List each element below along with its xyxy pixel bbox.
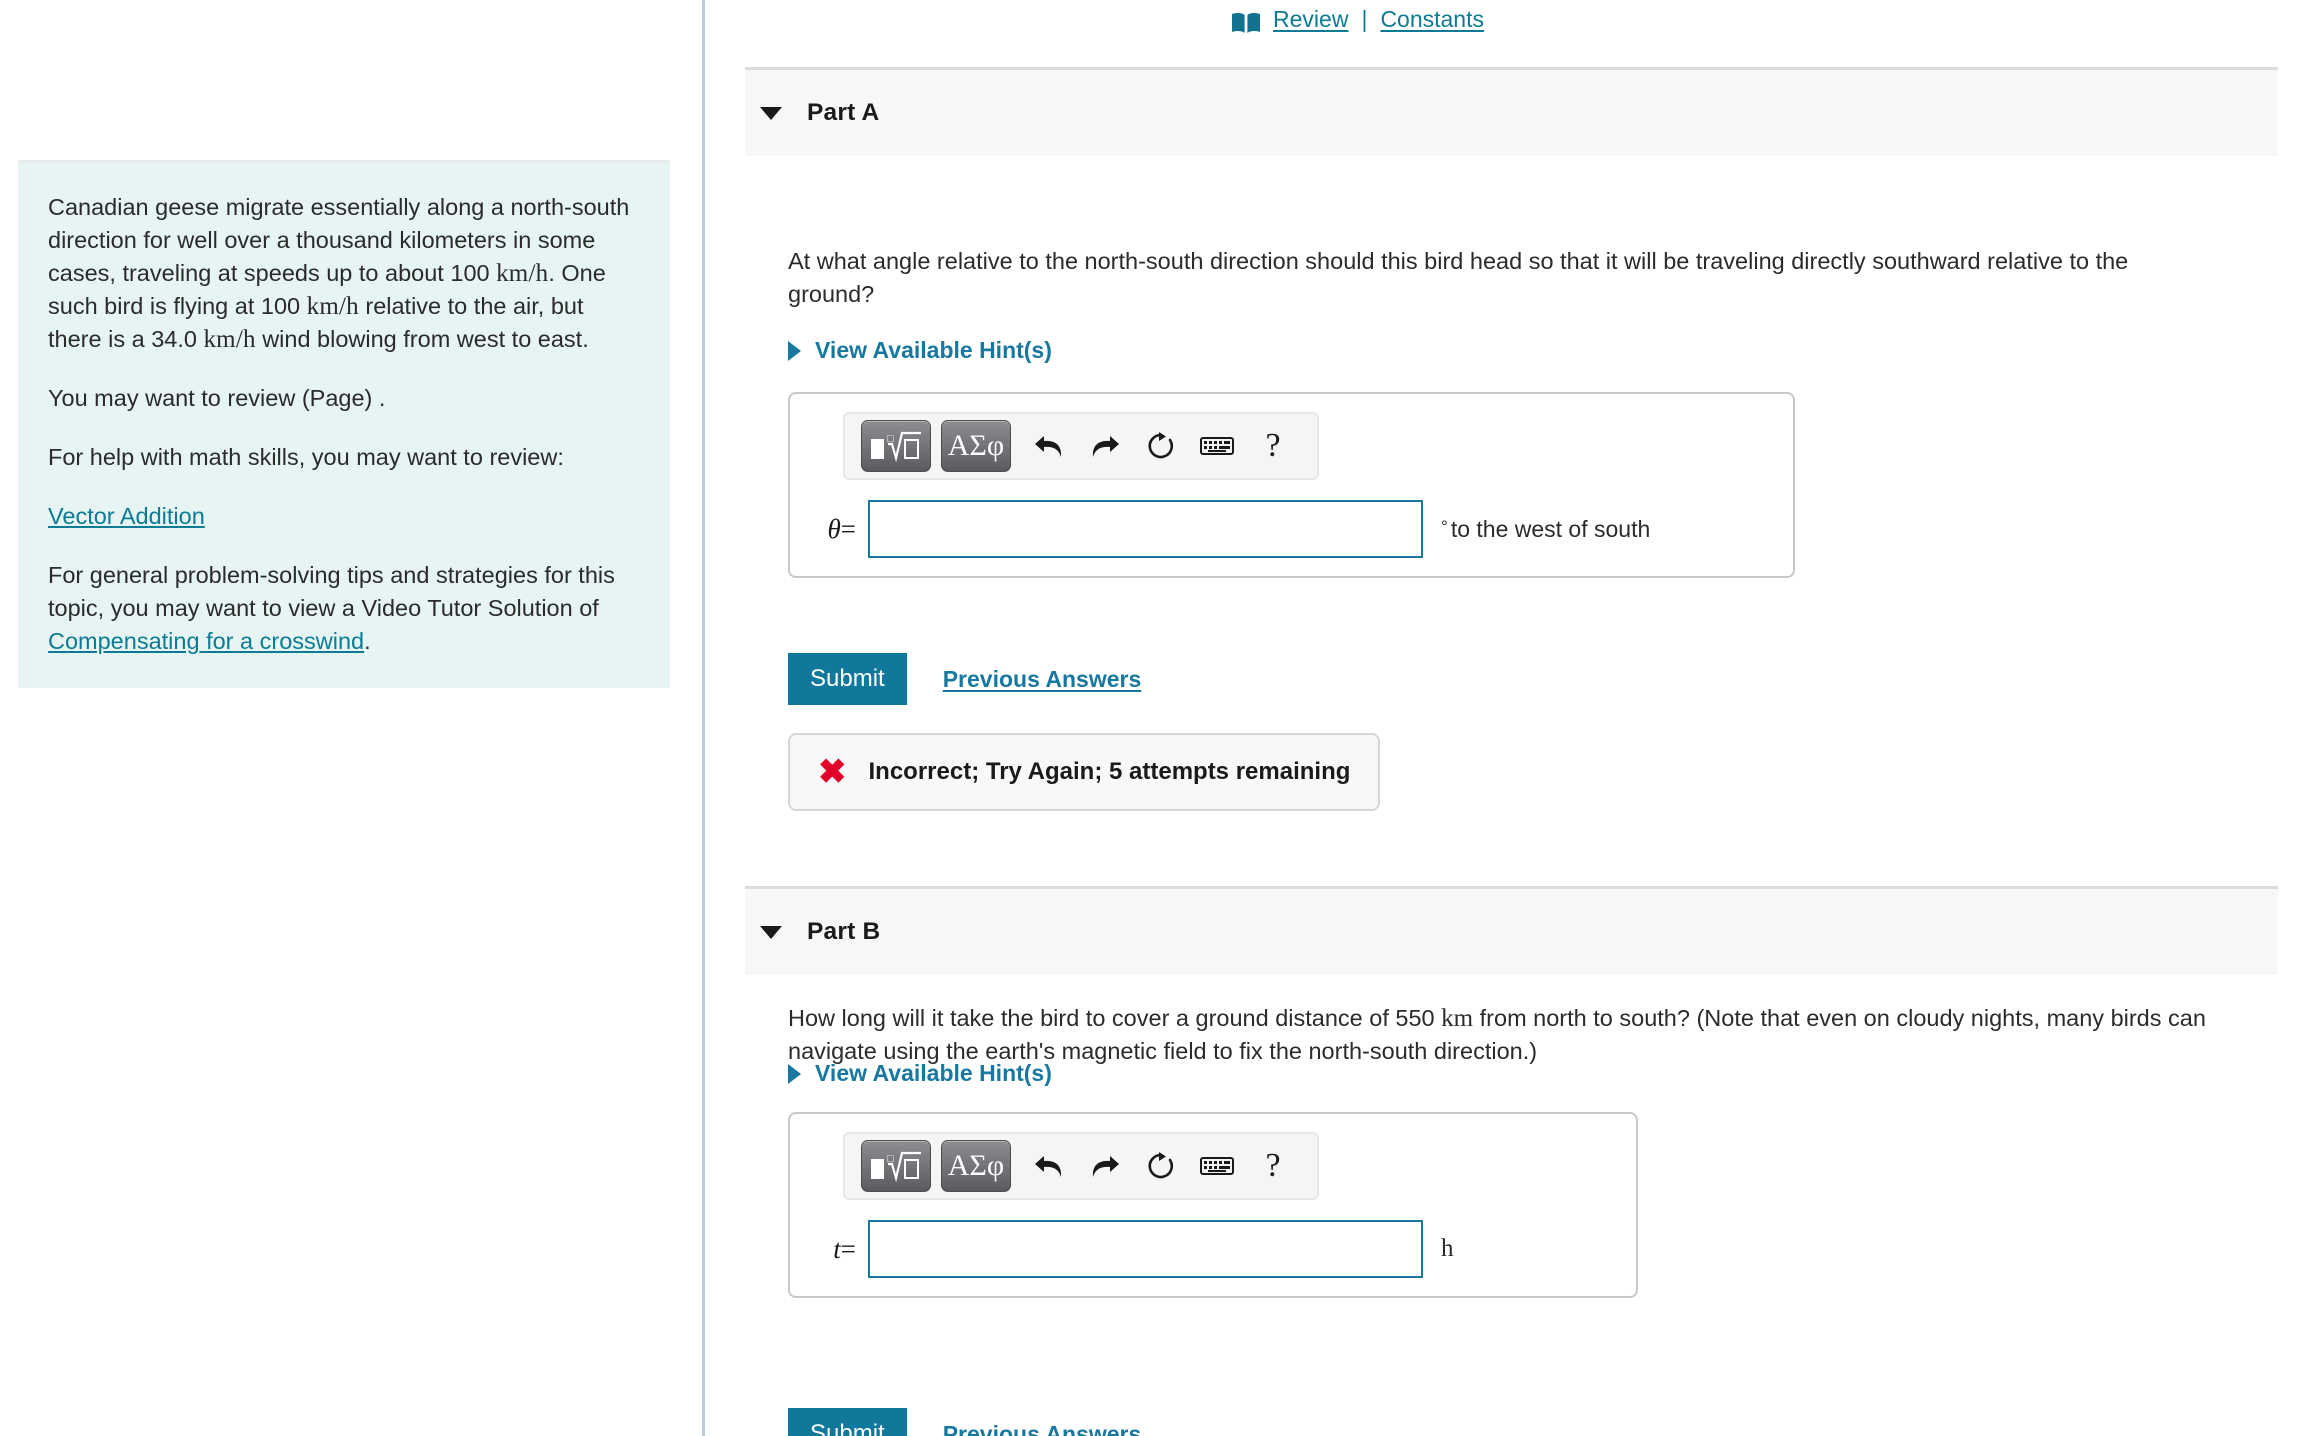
part-a-answer-box: □ ΑΣφ ? θ= ° to the west of south [788,392,1795,578]
main-content: Part A At what angle relative to the nor… [705,0,2322,1436]
part-a-hints-label: View Available Hint(s) [815,337,1052,363]
part-b-variable-label: t= [833,1233,856,1264]
part-b-input-row: t= h [808,1220,1616,1278]
part-a-answer-input[interactable] [868,500,1423,558]
part-b-view-hints-link[interactable]: View Available Hint(s) [788,1060,1052,1087]
part-a-variable-label: θ= [827,513,857,544]
chevron-right-icon [788,340,801,361]
chevron-down-icon[interactable] [760,106,782,120]
part-b-hints-label: View Available Hint(s) [815,1060,1052,1086]
unit-kmh-1: km/h [496,260,549,287]
part-a-view-hints-link[interactable]: View Available Hint(s) [788,337,1052,364]
part-b-body: How long will it take the bird to cover … [788,1002,2288,1068]
part-b-answer-box: □ ΑΣφ ? t= h [788,1112,1638,1298]
part-b-math-toolbar: □ ΑΣφ ? [843,1132,1319,1200]
part-b-submit-row: Submit Previous Answers [788,1408,2288,1436]
part-b-header[interactable]: Part B [745,886,2278,975]
keyboard-icon[interactable] [1189,420,1245,472]
unit-kmh-3: km/h [203,326,256,353]
redo-arrow-icon[interactable] [1077,420,1133,472]
reset-circular-arrow-icon[interactable] [1133,420,1189,472]
chevron-right-icon-b [788,1063,801,1084]
part-a-body: At what angle relative to the north-sout… [788,245,2288,311]
part-a-feedback-box: ✖ Incorrect; Try Again; 5 attempts remai… [788,733,1381,811]
part-b-submit-button[interactable]: Submit [788,1408,907,1436]
part-b-unit-label: h [1441,1235,1454,1262]
part-b-hints-row: View Available Hint(s) [788,1060,2288,1087]
part-b-answer-input[interactable] [868,1220,1423,1278]
part-a-math-toolbar: □ ΑΣφ ? [843,412,1319,480]
part-b-question-unit: km [1441,1005,1474,1032]
math-skills-text: For help with math skills, you may want … [48,444,564,470]
math-template-button[interactable]: □ [861,420,931,472]
part-b-previous-answers-link[interactable]: Previous Answers [943,1421,1142,1436]
part-a-unit-label: ° to the west of south [1441,515,1651,542]
video-tutor-suffix: . [364,628,371,654]
undo-arrow-icon-b[interactable] [1021,1140,1077,1192]
greek-symbols-button[interactable]: ΑΣφ [941,420,1011,472]
keyboard-icon-b[interactable] [1189,1140,1245,1192]
part-a-submit-row: Submit Previous Answers [788,653,2288,705]
vector-addition-paragraph: Vector Addition [48,500,640,533]
review-page-text: You may want to review (Page) . [48,385,386,411]
part-a-answer-area: □ ΑΣφ ? θ= ° to the west of south [788,392,2288,578]
redo-arrow-icon-b[interactable] [1077,1140,1133,1192]
part-b-title: Part B [807,918,881,945]
red-x-icon: ✖ [818,753,847,791]
undo-arrow-icon[interactable] [1021,420,1077,472]
part-a-header[interactable]: Part A [745,67,2278,156]
part-a-question: At what angle relative to the north-sout… [788,248,2129,307]
unit-kmh-2: km/h [306,293,359,320]
vector-addition-link[interactable]: Vector Addition [48,503,205,529]
part-a-feedback-text: Incorrect; Try Again; 5 attempts remaini… [868,758,1351,785]
reset-circular-arrow-icon-b[interactable] [1133,1140,1189,1192]
page-root: Canadian geese migrate essentially along… [0,0,2322,1436]
part-b-question: How long will it take the bird to cover … [788,1002,2268,1068]
help-icon[interactable]: ? [1245,420,1301,472]
part-b-question-prefix: How long will it take the bird to cover … [788,1005,1442,1031]
part-b-answer-area: □ ΑΣφ ? t= h [788,1112,2288,1298]
part-a-hints-row: View Available Hint(s) [788,337,2288,364]
video-tutor-paragraph: For general problem-solving tips and str… [48,559,640,658]
part-a-previous-answers-link[interactable]: Previous Answers [943,666,1142,693]
part-a-submit-button[interactable]: Submit [788,653,907,705]
math-template-button-b[interactable]: □ [861,1140,931,1192]
problem-statement-box: Canadian geese migrate essentially along… [18,160,670,688]
part-a-feedback-row: ✖ Incorrect; Try Again; 5 attempts remai… [788,733,2288,811]
part-a-title: Part A [807,99,880,126]
compensating-crosswind-link[interactable]: Compensating for a crosswind [48,628,364,654]
problem-statement-text: Canadian geese migrate essentially along… [48,194,630,353]
part-a-input-row: θ= ° to the west of south [808,500,1773,558]
chevron-down-icon-b[interactable] [760,925,782,939]
problem-sidebar: Canadian geese migrate essentially along… [0,0,702,1436]
help-icon-b[interactable]: ? [1245,1140,1301,1192]
greek-symbols-button-b[interactable]: ΑΣφ [941,1140,1011,1192]
video-tutor-prefix: For general problem-solving tips and str… [48,562,615,621]
